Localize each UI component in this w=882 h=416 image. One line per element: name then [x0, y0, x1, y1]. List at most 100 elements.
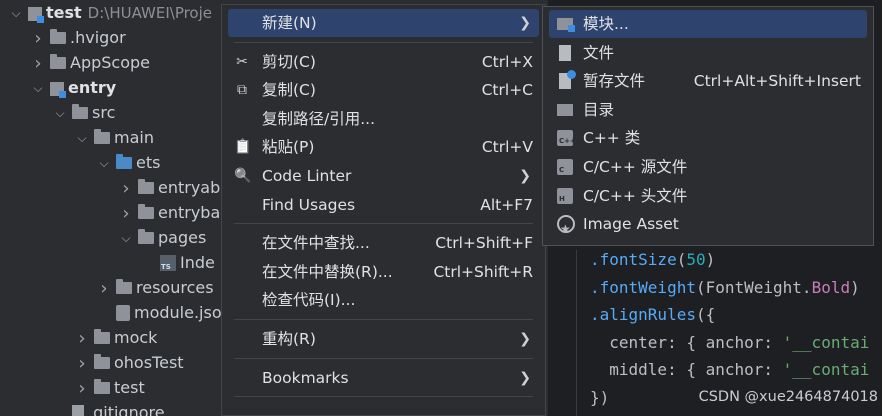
tree-row[interactable]: ⌵ pages	[0, 225, 206, 250]
tree-item-label: AppScope	[70, 53, 150, 72]
submenu-item[interactable]: 目录	[549, 96, 867, 124]
menu-item-label: 新建(N)	[262, 14, 317, 32]
menu-separator	[234, 357, 533, 359]
tree-row[interactable]: ⌵ ets	[0, 150, 160, 175]
menu-item-label: C/C++ 源文件	[583, 158, 688, 176]
tree-item-label: src	[92, 103, 116, 122]
code-line: center: { anchor: '__contai	[590, 333, 869, 352]
tree-row[interactable]: › resources	[0, 275, 213, 301]
tree-row[interactable]: ⌵ main	[0, 125, 154, 150]
chevron-down-icon[interactable]: ⌵	[96, 151, 112, 176]
copy-icon: ⧉	[237, 82, 247, 99]
context-menu: 新建(N) ❯ ✂ 剪切(C) Ctrl+X ⧉ 复制(C) Ctrl+C 复制路径/引用...…	[221, 4, 546, 416]
cpp-file-icon	[557, 187, 573, 204]
json-file-icon	[116, 304, 130, 321]
tree-row[interactable]: ⌵ test D:\HUAWEI\Proje	[0, 0, 212, 25]
module-icon	[557, 18, 575, 32]
chevron-down-icon[interactable]: ⌵	[74, 126, 90, 151]
menu-separator	[234, 396, 533, 398]
chevron-down-icon[interactable]: ⌵	[52, 101, 68, 126]
menu-item[interactable]: Find Usages Alt+F7	[228, 191, 539, 219]
chevron-right-icon[interactable]: ›	[74, 351, 90, 376]
tree-row[interactable]: ⌵ src	[0, 100, 115, 125]
submenu-item[interactable]: 暂存文件 Ctrl+Alt+Shift+Insert	[549, 67, 867, 95]
menu-item[interactable]: 🔍 Code Linter ❯	[228, 162, 539, 190]
tree-row[interactable]: module.jso	[0, 300, 222, 325]
tree-row[interactable]: › entryba	[0, 200, 220, 225]
menu-item-label: 暂存文件	[583, 72, 646, 91]
indent-guide	[576, 250, 577, 416]
tree-item-label: .hvigor	[70, 28, 126, 47]
menu-item[interactable]: Bookmarks ❯	[228, 364, 539, 392]
chevron-right-icon[interactable]: ›	[118, 201, 134, 226]
folder-icon	[138, 228, 154, 244]
menu-item-label: Find Usages	[262, 195, 356, 214]
tree-row[interactable]: › mock	[0, 325, 157, 350]
submenu-item[interactable]: Image Asset	[549, 210, 867, 243]
tree-row[interactable]: › .hvigor	[0, 25, 126, 51]
menu-item[interactable]: 在文件中替换(R)... Ctrl+Shift+R	[228, 258, 539, 286]
menu-item[interactable]: ⧉ 复制(C) Ctrl+C	[228, 76, 539, 104]
menu-item[interactable]: ✂ 剪切(C) Ctrl+X	[228, 48, 539, 76]
submenu-item[interactable]: C/C++ 头文件	[549, 182, 867, 210]
menu-item-label: Code Linter	[262, 167, 352, 185]
menu-item-label: 模块...	[583, 15, 629, 33]
submenu-item[interactable]: 文件	[549, 39, 867, 67]
file-icon	[72, 405, 84, 416]
tree-row[interactable]: › test	[0, 375, 144, 401]
submenu-item[interactable]: C++ 类	[549, 124, 867, 152]
chevron-down-icon[interactable]: ⌵	[8, 1, 24, 26]
chevron-right-icon[interactable]: ›	[96, 276, 112, 301]
menu-item[interactable]: 检查代码(I)...	[228, 286, 539, 314]
code-linter-icon: 🔍	[234, 168, 252, 184]
submenu-item[interactable]: 模块...	[549, 10, 867, 38]
folder-icon	[138, 178, 154, 194]
menu-shortcut: Ctrl+X	[481, 52, 533, 71]
chevron-right-icon[interactable]: ›	[74, 326, 90, 351]
tree-item-label: Inde	[180, 253, 215, 272]
menu-item[interactable]: 新建(N) ❯	[228, 9, 539, 37]
chevron-right-icon[interactable]: ›	[30, 51, 46, 76]
tree-item-label: entryab	[158, 178, 221, 197]
menu-item-label: 复制路径/引用...	[262, 109, 376, 128]
menu-item-label: 重构(R)	[262, 330, 316, 348]
chevron-down-icon[interactable]: ⌵	[30, 76, 46, 101]
code-token: 50	[686, 250, 706, 269]
code-token: .fontWeight	[590, 277, 696, 297]
tree-row[interactable]: .gitignore	[0, 400, 165, 416]
chevron-right-icon: ❯	[519, 15, 531, 31]
menu-item-label: 目录	[583, 100, 615, 119]
menu-shortcut: Ctrl+V	[481, 138, 533, 157]
folder-icon	[138, 203, 154, 219]
code-token: center: { anchor:	[590, 332, 783, 352]
tree-item-label: pages	[158, 228, 207, 247]
code-token: .alignRules	[590, 305, 696, 324]
folder-icon	[116, 278, 132, 294]
tree-row[interactable]: ⌵ entry	[0, 75, 116, 100]
menu-item-label: C/C++ 头文件	[583, 186, 688, 205]
menu-separator	[234, 319, 533, 320]
tree-row[interactable]: › AppScope	[0, 50, 150, 75]
menu-shortcut: Alt+F7	[480, 195, 533, 214]
menu-item[interactable]: 在文件中查找... Ctrl+Shift+F	[228, 229, 539, 257]
new-submenu: 模块... 文件暂存文件 Ctrl+Alt+Shift+Insert 目录 C++ 类 C…	[542, 6, 874, 246]
tree-row[interactable]: › ohosTest	[0, 350, 183, 376]
clipboard-icon: 📋	[234, 139, 252, 156]
chevron-right-icon[interactable]: ›	[30, 26, 46, 51]
menu-item[interactable]: 重构(R) ❯	[228, 325, 539, 353]
code-token: })	[590, 387, 610, 407]
code-token: Bold	[811, 277, 851, 297]
submenu-item[interactable]: C/C++ 源文件	[549, 153, 867, 181]
tree-row[interactable]: Inde	[0, 250, 215, 275]
code-token: (FontWeight.	[695, 277, 812, 297]
scissors-icon: ✂	[236, 53, 248, 70]
chevron-right-icon[interactable]: ›	[74, 376, 90, 401]
chevron-right-icon: ❯	[519, 168, 531, 184]
menu-item[interactable]: 复制路径/引用...	[228, 105, 539, 133]
chevron-down-icon[interactable]: ⌵	[118, 226, 134, 251]
code-token: )	[705, 250, 716, 269]
menu-item-label: C++ 类	[583, 129, 641, 148]
menu-item[interactable]: 📋 粘贴(P) Ctrl+V	[228, 133, 539, 161]
chevron-right-icon[interactable]: ›	[118, 176, 134, 201]
tree-row[interactable]: › entryab	[0, 175, 220, 200]
